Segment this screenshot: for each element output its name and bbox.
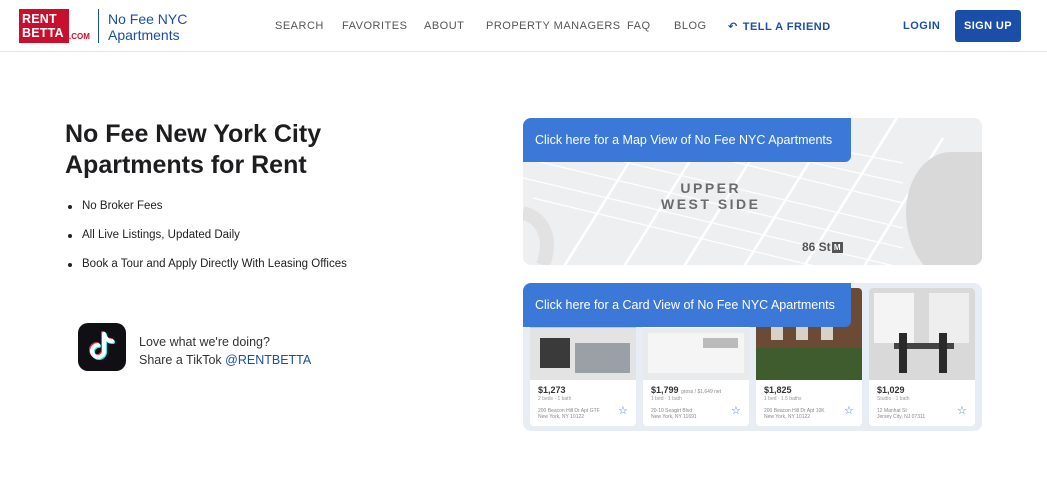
listing-price: $1,825	[764, 385, 792, 395]
listing-photo-dining	[869, 288, 975, 380]
logo-suffix: .COM	[69, 32, 90, 41]
share-arrow-icon: ↶	[728, 21, 738, 33]
nav-faq[interactable]: FAQ	[627, 20, 651, 32]
favorite-star-icon[interactable]: ☆	[844, 404, 854, 417]
logo-line1: RENT	[22, 12, 57, 26]
brand-line1: No Fee NYC	[108, 11, 188, 27]
address-line2: Jersey City, NJ 07311	[877, 414, 926, 420]
station-name: 86 St	[802, 240, 831, 254]
feature-list: No Broker Fees All Live Listings, Update…	[68, 200, 347, 287]
listing-address: 20-10 Seagirt Blvd New York, NY 11691	[651, 408, 697, 420]
tell-a-friend-label: TELL A FRIEND	[742, 21, 831, 33]
nav-property-managers[interactable]: PROPERTY MANAGERS	[486, 20, 621, 32]
login-link[interactable]: LOGIN	[903, 20, 940, 32]
listing-address: 12 Manhat St Jersey City, NJ 07311	[877, 408, 925, 420]
price-value: $1,825	[764, 385, 792, 395]
price-note: gross / $1,649 net	[681, 389, 722, 395]
tiktok-handle-link[interactable]: @RENTBETTA	[225, 353, 311, 367]
feature-item: All Live Listings, Updated Daily	[68, 229, 347, 258]
card-view-button[interactable]: Click here for a Card View of No Fee NYC…	[523, 283, 851, 327]
neighborhood-line2: WEST SIDE	[661, 196, 761, 212]
nav-blog[interactable]: BLOG	[674, 20, 707, 32]
map-view-card[interactable]: UPPER WEST SIDE 86 St M Click here for a …	[523, 118, 982, 265]
price-value: $1,273	[538, 385, 566, 395]
nav-search[interactable]: SEARCH	[275, 20, 324, 32]
page-title: No Fee New York City Apartments for Rent	[65, 120, 322, 179]
address-line2: New York, NY 10122	[538, 414, 585, 420]
tiktok-line1: Love what we're doing?	[139, 335, 270, 349]
feature-item: Book a Tour and Apply Directly With Leas…	[68, 258, 347, 287]
tiktok-icon[interactable]	[78, 323, 126, 371]
price-value: $1,799	[651, 385, 679, 395]
tiktok-share-text: Love what we're doing? Share a TikTok @R…	[139, 333, 311, 369]
favorite-star-icon[interactable]: ☆	[957, 404, 967, 417]
map-view-button[interactable]: Click here for a Map View of No Fee NYC …	[523, 118, 851, 162]
brand-tagline[interactable]: No Fee NYC Apartments	[108, 11, 187, 43]
subway-badge-icon: M	[831, 242, 843, 254]
brand-divider	[98, 9, 99, 43]
logo-box: RENT BETTA	[19, 9, 69, 43]
favorite-star-icon[interactable]: ☆	[731, 404, 741, 417]
logo-line2: BETTA	[22, 26, 64, 40]
tiktok-prefix: Share a TikTok	[139, 353, 226, 367]
listing-price: $1,029	[877, 385, 905, 395]
site-header: RENT BETTA .COM No Fee NYC Apartments SE…	[0, 0, 1047, 52]
listing-beds: 1 bed · 1 bath	[651, 396, 682, 402]
brand-line2: Apartments	[108, 27, 180, 43]
nav-about[interactable]: ABOUT	[424, 20, 464, 32]
listing-card[interactable]: $1,029 Studio · 1 bath 12 Manhat St Jerse…	[869, 288, 975, 426]
listing-address: 200 Beacon Hill Dr Apt GTF New York, NY 1…	[538, 408, 600, 420]
tiktok-line2: Share a TikTok @RENTBETTA	[139, 351, 311, 369]
tell-a-friend-link[interactable]: ↶ TELL A FRIEND	[728, 20, 831, 33]
listing-beds: 1 bed · 1.5 baths	[764, 396, 802, 402]
address-line2: New York, NY 11691	[651, 414, 697, 420]
neighborhood-line1: UPPER	[680, 180, 742, 196]
listing-price: $1,799 gross / $1,649 net	[651, 385, 721, 395]
listing-beds: Studio · 1 bath	[877, 396, 910, 402]
address-line2: New York, NY 10122	[764, 414, 811, 420]
listing-address: 200 Beacon Hill Dr Apt 10K New York, NY 1…	[764, 408, 825, 420]
map-station-label: 86 St M	[802, 240, 843, 254]
feature-item: No Broker Fees	[68, 200, 347, 229]
rentbetta-logo[interactable]: RENT BETTA .COM	[19, 9, 90, 43]
listing-price: $1,273	[538, 385, 566, 395]
card-view-panel[interactable]: Click here for a Card View of No Fee NYC…	[523, 283, 982, 431]
nav-favorites[interactable]: FAVORITES	[342, 20, 407, 32]
listing-beds: 2 beds · 1 bath	[538, 396, 572, 402]
favorite-star-icon[interactable]: ☆	[618, 404, 628, 417]
map-neighborhood-label: UPPER WEST SIDE	[661, 180, 761, 212]
sign-up-button[interactable]: SIGN UP	[955, 10, 1021, 42]
price-value: $1,029	[877, 385, 905, 395]
